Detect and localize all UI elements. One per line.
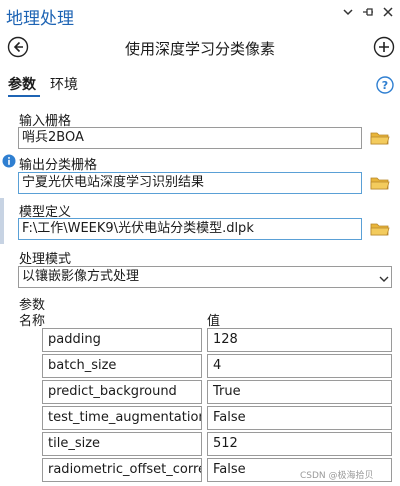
chevron-down-icon[interactable] xyxy=(378,270,390,282)
pane-header: 地理处理 xyxy=(0,0,400,30)
info-icon[interactable] xyxy=(2,153,16,168)
active-tab-indicator xyxy=(8,95,40,97)
add-plus-icon[interactable] xyxy=(373,36,395,58)
pin-icon[interactable] xyxy=(360,6,376,22)
argument-name-cell: radiometric_offset_correction xyxy=(42,458,202,482)
argument-name-cell: predict_background xyxy=(42,380,202,404)
folder-icon[interactable] xyxy=(370,221,390,237)
output-raster-field[interactable]: 宁夏光伏电站深度学习识别结果 xyxy=(18,172,362,194)
argument-value-cell[interactable]: True xyxy=(207,380,392,404)
argument-value-cell[interactable]: 4 xyxy=(207,354,392,378)
argument-name-cell: tile_size xyxy=(42,432,202,456)
folder-icon[interactable] xyxy=(370,175,390,191)
argument-name-cell: padding xyxy=(42,328,202,352)
model-definition-field[interactable]: F:\工作\WEEK9\光伏电站分类模型.dlpk xyxy=(18,218,362,240)
active-parameter-bar xyxy=(0,198,4,244)
processing-mode-select[interactable]: 以镶嵌影像方式处理 xyxy=(18,266,392,288)
value-column-header: 值 xyxy=(207,314,221,329)
input-raster-field[interactable]: 哨兵2BOA xyxy=(18,127,362,149)
watermark: CSDN @极海拾贝 xyxy=(300,471,374,481)
pane-title: 地理处理 xyxy=(6,9,74,29)
processing-mode-label: 处理模式 xyxy=(19,252,72,267)
output-raster-label: 输出分类栅格 xyxy=(19,158,98,173)
tab-parameters[interactable]: 参数 xyxy=(8,74,36,94)
help-icon[interactable]: ? xyxy=(376,76,394,94)
tab-environments[interactable]: 环境 xyxy=(50,74,78,94)
argument-value-cell[interactable]: 512 xyxy=(207,432,392,456)
chevron-down-icon[interactable] xyxy=(340,6,356,22)
tool-title: 使用深度学习分类像素 xyxy=(124,40,275,58)
close-icon[interactable] xyxy=(380,6,396,22)
argument-value-cell[interactable]: 128 xyxy=(207,328,392,352)
argument-name-cell: test_time_augmentation xyxy=(42,406,202,430)
name-column-header: 名称 xyxy=(19,314,46,329)
svg-text:?: ? xyxy=(382,79,388,92)
argument-name-cell: batch_size xyxy=(42,354,202,378)
argument-value-cell[interactable]: False xyxy=(207,406,392,430)
folder-icon[interactable] xyxy=(370,130,390,146)
